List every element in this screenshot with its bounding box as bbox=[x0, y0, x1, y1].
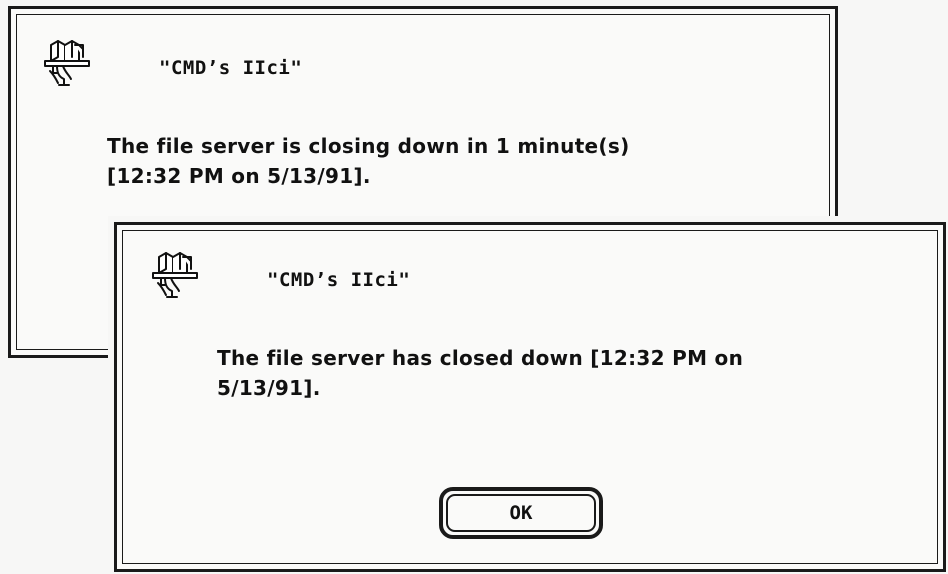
message-line: The file server is closing down in 1 min… bbox=[107, 134, 630, 158]
server-name: "CMD’s IIci" bbox=[159, 57, 303, 79]
server-name: "CMD’s IIci" bbox=[267, 269, 411, 291]
closed-alert-dialog: "CMD’s IIci" The file server has closed … bbox=[114, 222, 946, 572]
file-server-icon bbox=[152, 252, 198, 298]
message-line: [12:32 PM on 5/13/91]. bbox=[107, 164, 371, 188]
message-line: 5/13/91]. bbox=[217, 376, 321, 400]
alert-message: The file server has closed down [12:32 P… bbox=[217, 343, 743, 403]
file-server-icon bbox=[44, 40, 90, 86]
ok-button[interactable]: OK bbox=[439, 487, 603, 539]
message-line: The file server has closed down [12:32 P… bbox=[217, 346, 744, 370]
ok-button-label: OK bbox=[446, 494, 596, 532]
alert-message: The file server is closing down in 1 min… bbox=[107, 131, 630, 191]
